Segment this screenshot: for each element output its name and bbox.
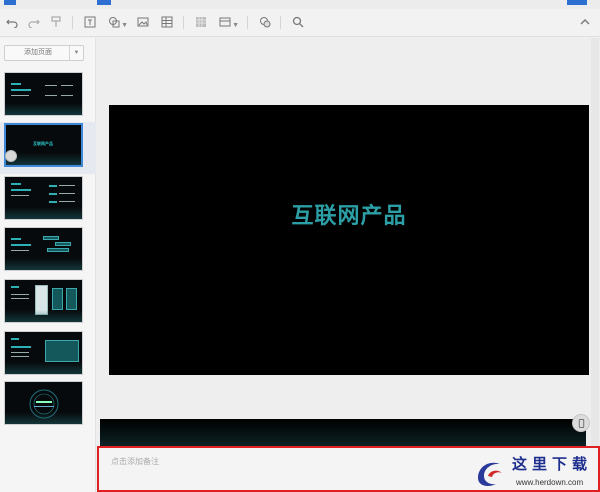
thumb-line <box>11 346 31 348</box>
thumb-line <box>11 89 31 91</box>
slide-thumbnail-7[interactable] <box>4 381 83 425</box>
notes-placeholder: 点击添加备注 <box>111 457 159 466</box>
slide-thumbnail-panel: 添加页面 ▼ 互联网产品 <box>0 38 96 492</box>
collapse-icon[interactable] <box>578 15 592 29</box>
thumb-monitor <box>45 340 79 362</box>
thumb-glow <box>5 103 82 115</box>
phone-icon <box>578 418 584 428</box>
textbox-icon[interactable] <box>83 15 97 29</box>
thumb-line <box>45 95 57 96</box>
slide-thumbnail-6[interactable] <box>4 331 83 375</box>
thumb-line <box>59 193 75 194</box>
slide-thumbnail-1[interactable] <box>4 72 83 116</box>
undo-icon[interactable] <box>5 15 19 29</box>
top-strip <box>0 0 600 9</box>
thumb-line <box>11 183 21 185</box>
chevron-down-icon[interactable]: ▼ <box>121 19 128 33</box>
thumb-line <box>49 201 57 203</box>
header-tab-marker <box>97 0 111 5</box>
media-icon[interactable]: ▼ <box>218 15 239 29</box>
toolbar-divider <box>183 16 184 29</box>
thumb-line <box>11 352 29 353</box>
canvas-scrollbar[interactable] <box>591 38 599 446</box>
thumb-glow <box>5 310 82 322</box>
thumb-line <box>61 85 73 86</box>
watermark-url: www.herdown.com <box>516 478 584 487</box>
thumb-line <box>59 185 75 186</box>
slide-glow <box>100 419 586 446</box>
thumb-line <box>11 294 29 295</box>
slide-title[interactable]: 互联网产品 <box>109 198 589 230</box>
thumb-line <box>11 95 29 96</box>
chevron-down-icon[interactable]: ▼ <box>232 19 239 33</box>
notes-toggle-button[interactable] <box>572 414 590 432</box>
thumb-line <box>11 338 19 340</box>
next-slide-preview[interactable] <box>100 419 586 446</box>
thumb-glow <box>5 258 82 270</box>
thumb-box <box>43 236 59 240</box>
thumb-line <box>59 201 75 202</box>
thumbnail-avatar <box>5 150 17 162</box>
thumb-line <box>11 286 19 288</box>
add-page-button[interactable]: 添加页面 ▼ <box>4 45 84 61</box>
thumb-line <box>49 193 57 195</box>
shape-icon[interactable]: ▼ <box>107 15 128 29</box>
thumb-line <box>61 95 73 96</box>
search-icon[interactable] <box>291 15 305 29</box>
slide-canvas-area: 互联网产品 <box>97 38 600 446</box>
slide-thumbnail-3[interactable] <box>4 176 83 220</box>
thumb-line <box>11 250 29 251</box>
thumb-title: 互联网产品 <box>33 141 53 146</box>
add-page-label: 添加页面 <box>24 49 52 56</box>
watermark-logo-icon <box>478 462 502 486</box>
toolbar: ▼ ▼ <box>0 9 600 37</box>
slide-thumbnail-5[interactable] <box>4 279 83 323</box>
thumb-box <box>66 288 77 310</box>
redo-icon[interactable] <box>27 15 41 29</box>
texture-icon[interactable] <box>194 15 208 29</box>
toolbar-divider <box>72 16 73 29</box>
thumb-line <box>11 298 29 299</box>
thumb-line <box>11 238 21 240</box>
toolbar-divider <box>247 16 248 29</box>
watermark: 这里下载 www.herdown.com <box>472 448 600 492</box>
thumb-line <box>11 244 31 246</box>
thumb-glow <box>6 153 81 165</box>
slide-thumbnail-4[interactable] <box>4 227 83 271</box>
toolbar-divider <box>280 16 281 29</box>
table-icon[interactable] <box>160 15 174 29</box>
thumb-line <box>11 83 21 85</box>
comment-icon[interactable] <box>258 15 272 29</box>
app-logo <box>4 0 16 5</box>
thumb-line <box>45 85 57 86</box>
thumb-line <box>11 195 29 196</box>
thumb-box <box>55 242 71 246</box>
thumb-line <box>11 189 31 191</box>
watermark-name: 这里下载 <box>512 455 593 473</box>
image-icon[interactable] <box>136 15 150 29</box>
thumb-glow <box>5 207 82 219</box>
thumb-line <box>11 356 29 357</box>
current-slide[interactable]: 互联网产品 <box>109 105 589 375</box>
thumb-glow <box>5 412 82 424</box>
thumb-box <box>52 288 63 310</box>
header-action-marker <box>567 0 587 5</box>
thumb-line <box>49 185 57 187</box>
format-painter-icon[interactable] <box>49 15 63 29</box>
slide-thumbnail-2[interactable]: 互联网产品 <box>4 123 83 167</box>
thumb-glow <box>5 362 82 374</box>
presentation-editor: ▼ ▼ 添加页面 ▼ 互联网产品 互联网产品 点击添加备注 这里下载 www.h… <box>0 0 600 492</box>
thumb-box <box>47 248 69 252</box>
chevron-down-icon[interactable]: ▼ <box>69 46 83 60</box>
